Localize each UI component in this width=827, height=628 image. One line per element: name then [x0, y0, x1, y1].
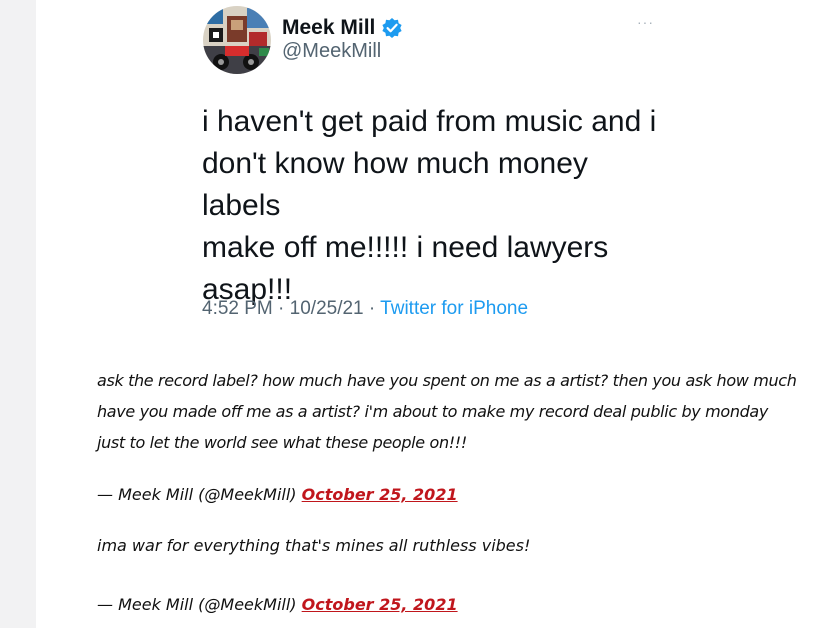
embedded-tweet-attribution: — Meek Mill (@MeekMill) October 25, 2021 — [97, 484, 797, 506]
tweet-text: i haven't get paid from music and i don'… — [202, 105, 657, 306]
page-left-margin — [0, 0, 36, 628]
author-name-row: Meek Mill — [282, 13, 403, 43]
meta-separator: · — [278, 298, 285, 319]
embedded-tweet-text: ima war for everything that's mines all … — [97, 536, 531, 555]
tweet-date-link[interactable]: October 25, 2021 — [302, 485, 458, 504]
attribution-author: — Meek Mill (@MeekMill) — [97, 485, 297, 504]
avatar[interactable] — [203, 6, 271, 74]
tweet-date[interactable]: 10/25/21 — [290, 298, 364, 319]
verified-badge-icon — [381, 17, 403, 39]
tweet-time[interactable]: 4:52 PM — [202, 298, 273, 319]
author-handle[interactable]: @MeekMill — [282, 40, 381, 63]
embedded-tweet-text: ask the record label? how much have you … — [97, 371, 797, 452]
tweet-metadata: 4:52 PM · 10/25/21 · Twitter for iPhone — [202, 298, 528, 320]
author-display-name[interactable]: Meek Mill — [282, 16, 375, 40]
tweet-source-link[interactable]: Twitter for iPhone — [380, 298, 528, 319]
embedded-tweet-attribution: — Meek Mill (@MeekMill) October 25, 2021 — [97, 594, 797, 616]
tweet-screenshot: Meek Mill @MeekMill ··· i haven't get pa… — [185, 0, 675, 345]
meta-separator: · — [368, 298, 376, 319]
tweet-date-link[interactable]: October 25, 2021 — [302, 595, 458, 614]
attribution-author: — Meek Mill (@MeekMill) — [97, 595, 297, 614]
more-options-icon[interactable]: ··· — [637, 14, 654, 30]
